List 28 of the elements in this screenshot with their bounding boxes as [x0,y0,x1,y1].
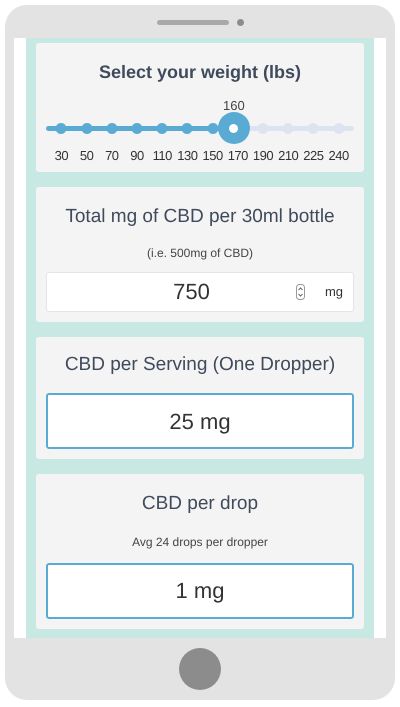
tick-label: 90 [130,147,144,165]
card-title: CBD per drop [142,492,258,516]
slider-thumb[interactable] [218,112,250,144]
tick-label: 50 [80,147,94,165]
tick-label: 70 [105,147,119,165]
weight-slider[interactable] [46,112,354,146]
tick-label: 210 [278,147,298,165]
card-title: CBD per Serving (One Dropper) [64,352,336,376]
unit-label: mg [324,282,343,301]
tick-label: 130 [177,147,198,165]
home-button[interactable] [179,648,221,690]
slider-value: 160 [222,97,246,112]
hint-text: Avg 24 drops per dropper [132,534,268,550]
tick-label: 225 [303,147,324,165]
tick-label: 110 [152,147,172,165]
number-field[interactable]: 750 mg [46,272,354,312]
tick-label: 240 [328,147,349,165]
card-title: Total mg of CBD per 30ml bottle [65,205,335,229]
hint-text: (i.e. 500mg of CBD) [146,244,254,262]
tick-label: 150 [202,147,223,165]
tick-label: 30 [54,147,68,165]
speaker-icon [156,17,244,27]
card-title: Select your weight (lbs) [98,61,302,84]
result-field: 1 mg [46,562,354,618]
result-field: 25 mg [46,393,354,449]
tick-label: 170 [228,147,248,165]
tick-label: 190 [252,147,274,165]
spinner-icon[interactable] [296,284,305,300]
